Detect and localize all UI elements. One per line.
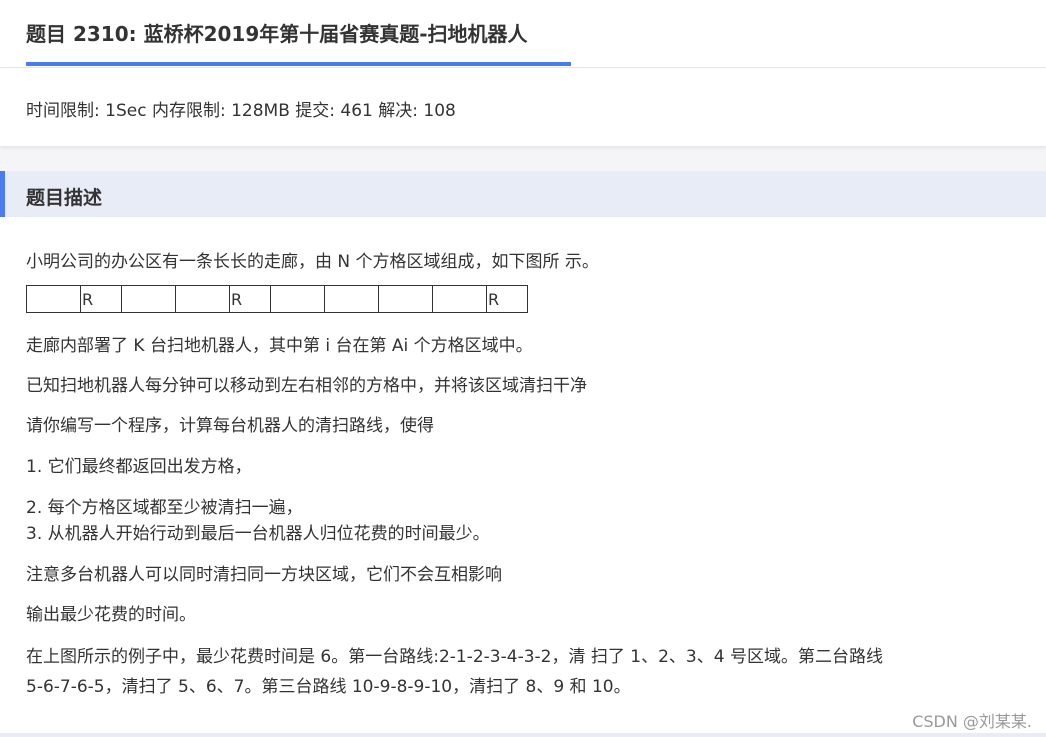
paragraph-task: 请你编写一个程序，计算每台机器人的清扫路线，使得 [26,416,434,436]
grid-cell [324,285,379,313]
problem-stats: 时间限制: 1Sec 内存限制: 128MB 提交: 461 解决: 108 [26,101,456,121]
paragraph-note: 注意多台机器人可以同时清扫同一方块区域，它们不会互相影响 [26,565,502,585]
problem-title: 题目 2310: 蓝桥杯2019年第十届省赛真题-扫地机器人 [26,22,528,46]
rule-item: 1. 它们最终都返回出发方格， [26,457,252,477]
grid-cell [432,285,487,313]
paragraph-movement: 已知扫地机器人每分钟可以移动到左右相邻的方格中，并将该区域清扫干净 [26,376,587,396]
corridor-grid: R R R [26,285,528,313]
paragraph-robots: 走廊内部署了 K 台扫地机器人，其中第 i 台在第 Ai 个方格区域中。 [26,336,533,356]
example-paragraph-line1: 在上图所示的例子中，最少花费时间是 6。第一台路线:2-1-2-3-4-3-2，… [26,647,883,667]
problem-header-card: 题目 2310: 蓝桥杯2019年第十届省赛真题-扫地机器人 时间限制: 1Se… [0,0,1046,146]
paragraph-output: 输出最少花费的时间。 [26,605,196,625]
csdn-watermark: CSDN @刘某某. [912,712,1032,731]
section-header: 题目描述 [0,171,1046,217]
bottom-border [0,733,1046,737]
title-underline [26,62,571,66]
rule-item: 3. 从机器人开始行动到最后一台机器人归位花费的时间最少。 [26,524,490,544]
grid-cell: R [80,285,122,313]
grid-cell: R [229,285,271,313]
example-paragraph-line2: 5-6-7-6-5，清扫了 5、6、7。第三台路线 10-9-8-9-10，清扫… [26,677,631,697]
grid-cell [378,285,433,313]
grid-cell [121,285,176,313]
header-divider [0,67,1046,68]
grid-cell [175,285,230,313]
grid-cell [270,285,325,313]
section-title: 题目描述 [26,187,103,209]
rule-item: 2. 每个方格区域都至少被清扫一遍， [26,498,303,518]
intro-paragraph: 小明公司的办公区有一条长长的走廊，由 N 个方格区域组成，如下图所 示。 [26,252,599,272]
grid-cell: R [486,285,528,313]
problem-description-card: 题目描述 小明公司的办公区有一条长长的走廊，由 N 个方格区域组成，如下图所 示… [0,171,1046,737]
grid-cell [26,285,81,313]
